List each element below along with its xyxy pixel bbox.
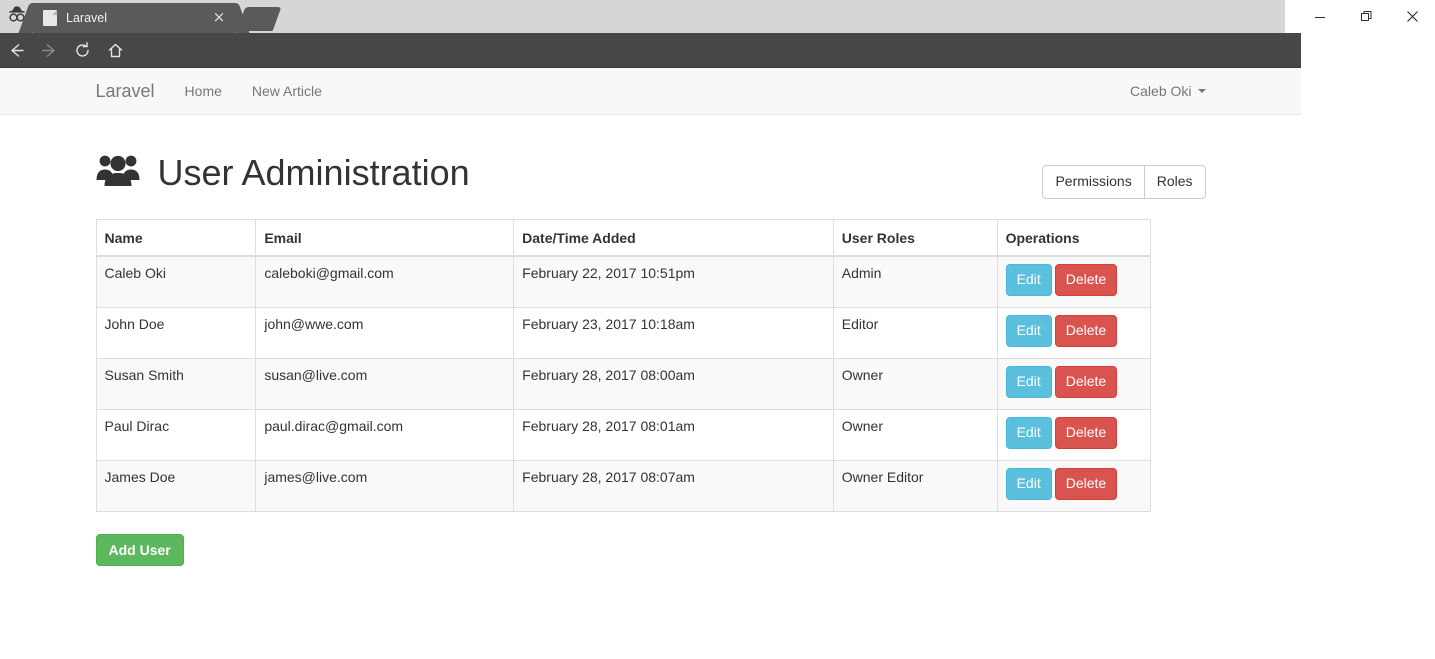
cell-operations: EditDelete [997,409,1150,460]
caret-down-icon [1198,89,1206,93]
site-navbar: Laravel Home New Article Caleb Oki [0,68,1301,115]
maximize-button[interactable] [1343,0,1389,33]
delete-button[interactable]: Delete [1055,315,1117,347]
cell-date: February 28, 2017 08:07am [514,460,834,511]
edit-button[interactable]: Edit [1006,468,1052,500]
close-window-button[interactable] [1389,0,1435,33]
delete-button[interactable]: Delete [1055,468,1117,500]
tab-title: Laravel [66,11,211,25]
cell-name: Paul Dirac [96,409,256,460]
permissions-button[interactable]: Permissions [1042,165,1144,199]
users-table-body: Caleb Oki caleboki@gmail.com February 22… [96,256,1150,511]
column-header-email: Email [256,219,514,256]
browser-tabstrip: Laravel × [0,0,1435,33]
toolbar-filler [1301,33,1435,67]
delete-button[interactable]: Delete [1055,366,1117,398]
cell-email: caleboki@gmail.com [256,256,514,307]
edit-button[interactable]: Edit [1006,315,1052,347]
minimize-button[interactable] [1297,0,1343,33]
cell-roles: Owner [833,409,997,460]
delete-button[interactable]: Delete [1055,264,1117,296]
table-row: Susan Smith susan@live.com February 28, … [96,358,1150,409]
cell-roles: Editor [833,307,997,358]
table-header-row: Name Email Date/Time Added User Roles Op… [96,219,1150,256]
cell-operations: EditDelete [997,358,1150,409]
cell-roles: Admin [833,256,997,307]
navbar-right: Caleb Oki [1115,68,1220,114]
column-header-operations: Operations [997,219,1150,256]
cell-operations: EditDelete [997,460,1150,511]
edit-button[interactable]: Edit [1006,366,1052,398]
browser-tab-laravel[interactable]: Laravel × [33,3,235,33]
users-table: Name Email Date/Time Added User Roles Op… [96,219,1151,512]
cell-roles: Owner [833,358,997,409]
navbar-brand[interactable]: Laravel [81,68,170,114]
cell-operations: EditDelete [997,307,1150,358]
cell-name: Susan Smith [96,358,256,409]
table-row: James Doe james@live.com February 28, 20… [96,460,1150,511]
page-container: User Administration Permissions Roles Na… [81,115,1221,566]
cell-name: James Doe [96,460,256,511]
page-viewport: Laravel Home New Article Caleb Oki [0,68,1301,659]
roles-button[interactable]: Roles [1144,165,1206,199]
browser-window: Laravel × [0,0,1435,659]
cell-email: paul.dirac@gmail.com [256,409,514,460]
users-table-head: Name Email Date/Time Added User Roles Op… [96,219,1150,256]
edit-button[interactable]: Edit [1006,264,1052,296]
page-title-text: User Administration [158,153,470,193]
add-user-button[interactable]: Add User [96,534,184,566]
cell-date: February 28, 2017 08:00am [514,358,834,409]
back-icon[interactable] [0,33,33,67]
navbar-item-new-article[interactable]: New Article [237,68,337,114]
page-title: User Administration [96,151,470,195]
navbar-item-home[interactable]: Home [170,68,237,114]
page-header: User Administration Permissions Roles [96,115,1206,199]
forward-icon [33,33,66,67]
reload-icon[interactable] [66,33,99,67]
cell-date: February 23, 2017 10:18am [514,307,834,358]
cell-roles: Owner Editor [833,460,997,511]
cell-email: james@live.com [256,460,514,511]
close-icon[interactable]: × [211,10,227,26]
browser-toolbar: localhost:8000/users [0,33,1301,67]
cell-name: Caleb Oki [96,256,256,307]
table-row: Caleb Oki caleboki@gmail.com February 22… [96,256,1150,307]
cell-email: john@wwe.com [256,307,514,358]
new-tab-button[interactable] [237,7,282,31]
users-table-wrapper: Name Email Date/Time Added User Roles Op… [96,219,1206,512]
table-row: John Doe john@wwe.com February 23, 2017 … [96,307,1150,358]
cell-operations: EditDelete [997,256,1150,307]
cell-date: February 28, 2017 08:01am [514,409,834,460]
column-header-date: Date/Time Added [514,219,834,256]
window-controls [1285,0,1435,33]
user-menu-label: Caleb Oki [1130,68,1191,114]
user-menu-dropdown[interactable]: Caleb Oki [1115,68,1220,114]
table-row: Paul Dirac paul.dirac@gmail.com February… [96,409,1150,460]
cell-email: susan@live.com [256,358,514,409]
delete-button[interactable]: Delete [1055,417,1117,449]
cell-date: February 22, 2017 10:51pm [514,256,834,307]
cell-name: John Doe [96,307,256,358]
column-header-name: Name [96,219,256,256]
page-icon [43,10,57,26]
home-icon[interactable] [99,33,132,67]
edit-button[interactable]: Edit [1006,417,1052,449]
page-header-actions: Permissions Roles [1042,165,1205,199]
column-header-roles: User Roles [833,219,997,256]
users-group-icon [96,151,140,195]
